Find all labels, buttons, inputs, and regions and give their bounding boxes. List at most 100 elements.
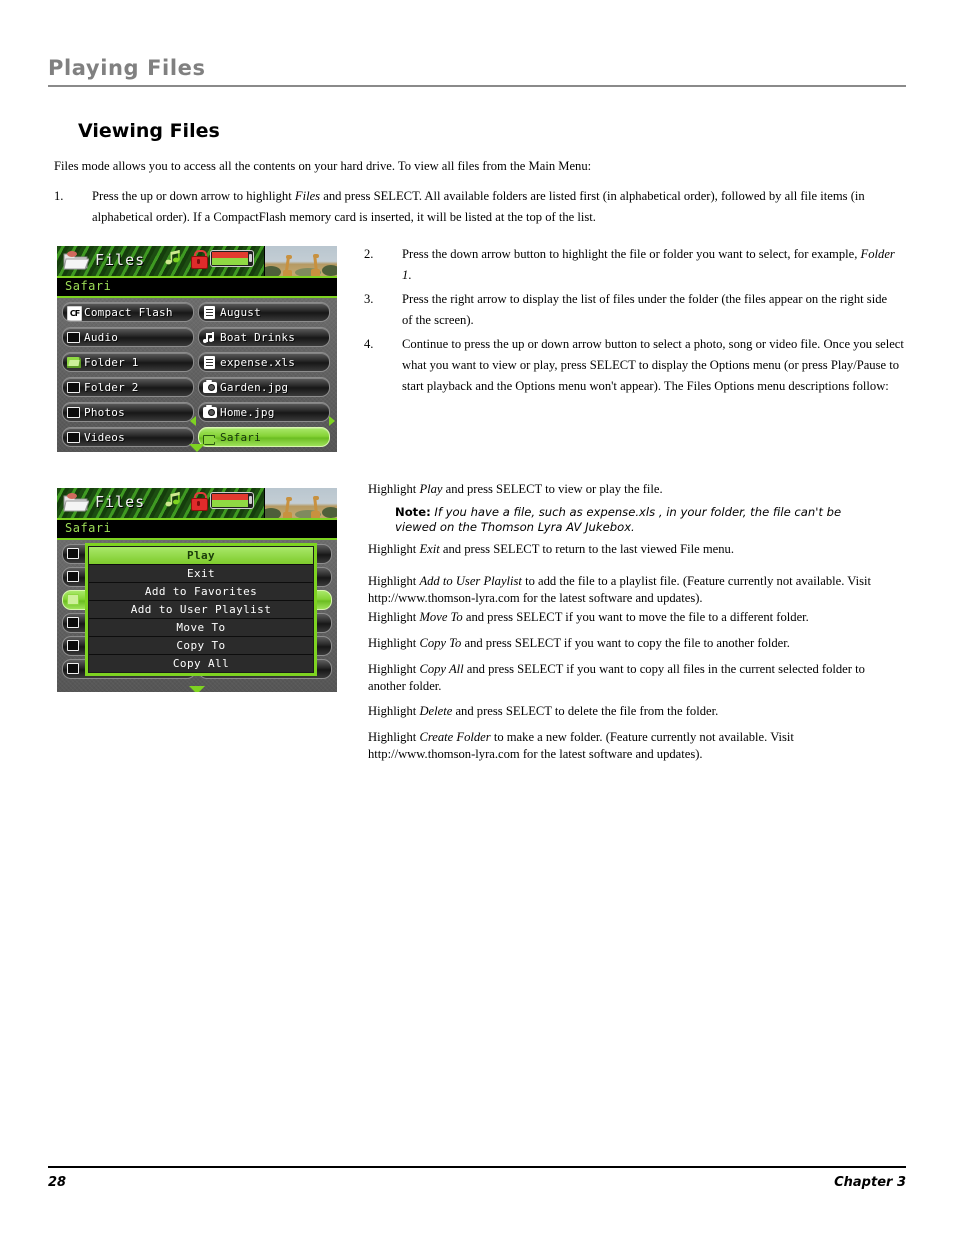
desc-rest: and press SELECT to view or play the fil… [442,482,663,496]
list-item[interactable]: Boat Drinks [198,327,330,347]
step-4: 4. Continue to press the up or down arro… [364,334,904,397]
menu-item-add-to-user-playlist[interactable]: Add to User Playlist [89,601,313,619]
thumbnail-preview-giraffes [264,246,337,276]
note-block: Note: If you have a file, such as expens… [395,505,865,535]
list-item[interactable]: CF Compact Flash [62,302,194,322]
device2-title: Files [95,493,146,511]
intro-paragraph: Files mode allows you to access all the … [54,159,592,173]
desc-emphasis: Exit [419,542,440,556]
desc-emphasis: Copy All [419,662,464,676]
list-item-label: Folder 1 [84,355,139,369]
desc-emphasis: Create Folder [419,730,491,744]
document-page: Playing Files Viewing Files Files mode a… [0,0,954,1235]
note-label: Note: [395,505,431,519]
music-note-icon [165,249,187,267]
breadcrumb-text: Safari [65,521,112,535]
device1-right-column: August Boat Drinks expense.xls Garden.jp… [198,302,330,452]
option-description-add-to-user-playlist: Highlight Add to User Playlist to add th… [368,573,903,606]
list-item[interactable]: Videos [62,427,194,447]
list-item-label: Home.jpg [220,405,275,419]
lock-icon [191,491,208,511]
menu-item-copy-to[interactable]: Copy To [89,637,313,655]
document-icon [203,305,217,319]
option-description-move-to: Highlight Move To and press SELECT if yo… [368,609,898,626]
device2-body: Play Exit Add to Favorites Add to User P… [57,540,337,692]
folder-icon [67,406,81,419]
device-screenshot-file-browser: Files Safari CF Compact Flash Audio Fold… [57,246,337,452]
step-1-text-a: Press the up or down arrow to highlight [92,189,295,203]
camera-icon [203,404,217,419]
breadcrumb-text: Safari [65,279,112,293]
music-note-icon [165,491,187,509]
option-description-play: Highlight Play and press SELECT to view … [368,481,898,498]
desc-emphasis: Move To [419,610,463,624]
folder-open-icon [67,356,81,369]
right-arrow-icon [329,416,335,426]
list-item-label: expense.xls [220,355,296,369]
device1-header: Files [57,246,337,278]
list-item-label: Videos [84,430,125,444]
desc-rest: and press SELECT if you want to copy the… [461,636,790,650]
step-2-text-a: Press the down arrow button to highlight… [402,247,861,261]
menu-item-move-to[interactable]: Move To [89,619,313,637]
list-item-selected[interactable]: Safari [198,427,330,447]
battery-icon [210,491,254,509]
desc-rest: and press SELECT to return to the last v… [439,542,734,556]
list-item-label: August [220,305,261,319]
desc-lead: Highlight [368,730,420,744]
menu-item-add-to-favorites[interactable]: Add to Favorites [89,583,313,601]
document-icon [203,355,217,369]
step-3-text: Press the right arrow to display the lis… [402,292,888,327]
footer-rule [48,1166,906,1168]
desc-lead: Highlight [368,610,420,624]
menu-item-copy-all[interactable]: Copy All [89,655,313,672]
camera-icon [203,379,217,394]
step-1-number: 1. [54,189,64,203]
desc-lead: Highlight [368,542,420,556]
options-menu: Play Exit Add to Favorites Add to User P… [85,543,317,676]
page-title: Viewing Files [78,120,220,142]
left-arrow-icon [190,416,196,426]
list-item[interactable]: expense.xls [198,352,330,372]
battery-icon [210,249,254,267]
device1-breadcrumb: Safari [57,278,337,298]
running-head-rule [48,85,906,87]
step-2-number: 2. [364,247,374,261]
desc-lead: Highlight [368,662,420,676]
menu-item-exit[interactable]: Exit [89,565,313,583]
step-2-text-b: . [408,268,412,282]
option-description-exit: Highlight Exit and press SELECT to retur… [368,541,898,558]
list-item[interactable]: August [198,302,330,322]
list-item-label: Compact Flash [84,305,173,319]
video-camera-icon [203,431,218,445]
list-item[interactable]: Garden.jpg [198,377,330,397]
list-item[interactable]: Folder 1 [62,352,194,372]
step-3: 3. Press the right arrow to display the … [364,289,899,331]
lock-icon [191,249,208,269]
device2-status-icons [165,491,254,511]
list-item-label: Folder 2 [84,380,139,394]
list-item-label: Audio [84,330,119,344]
menu-item-play[interactable]: Play [89,547,313,565]
desc-emphasis: Copy To [419,636,462,650]
running-head: Playing Files [48,58,906,87]
step-1: 1. Press the up or down arrow to highlig… [54,186,899,228]
step-1-emphasis: Files [294,189,321,203]
list-item[interactable]: Folder 2 [62,377,194,397]
thumbnail-preview-giraffes [264,488,337,518]
folder-icon [63,250,90,271]
footer-chapter: Chapter 3 [834,1175,906,1190]
folder-icon [67,431,81,444]
scroll-down-arrow-icon[interactable] [189,444,205,452]
device1-body: CF Compact Flash Audio Folder 1 Folder 2 [57,298,337,452]
scroll-down-arrow-icon[interactable] [189,686,205,692]
music-icon [203,331,217,344]
compact-flash-icon: CF [67,305,82,321]
list-item[interactable]: Audio [62,327,194,347]
step-4-number: 4. [364,337,374,351]
list-item[interactable]: Home.jpg [198,402,330,422]
list-item-label: Safari [220,430,261,444]
device2-header: Files [57,488,337,520]
device-screenshot-options-menu: Files Safari Play Exit Add to Favorites … [57,488,337,692]
list-item[interactable]: Photos [62,402,194,422]
